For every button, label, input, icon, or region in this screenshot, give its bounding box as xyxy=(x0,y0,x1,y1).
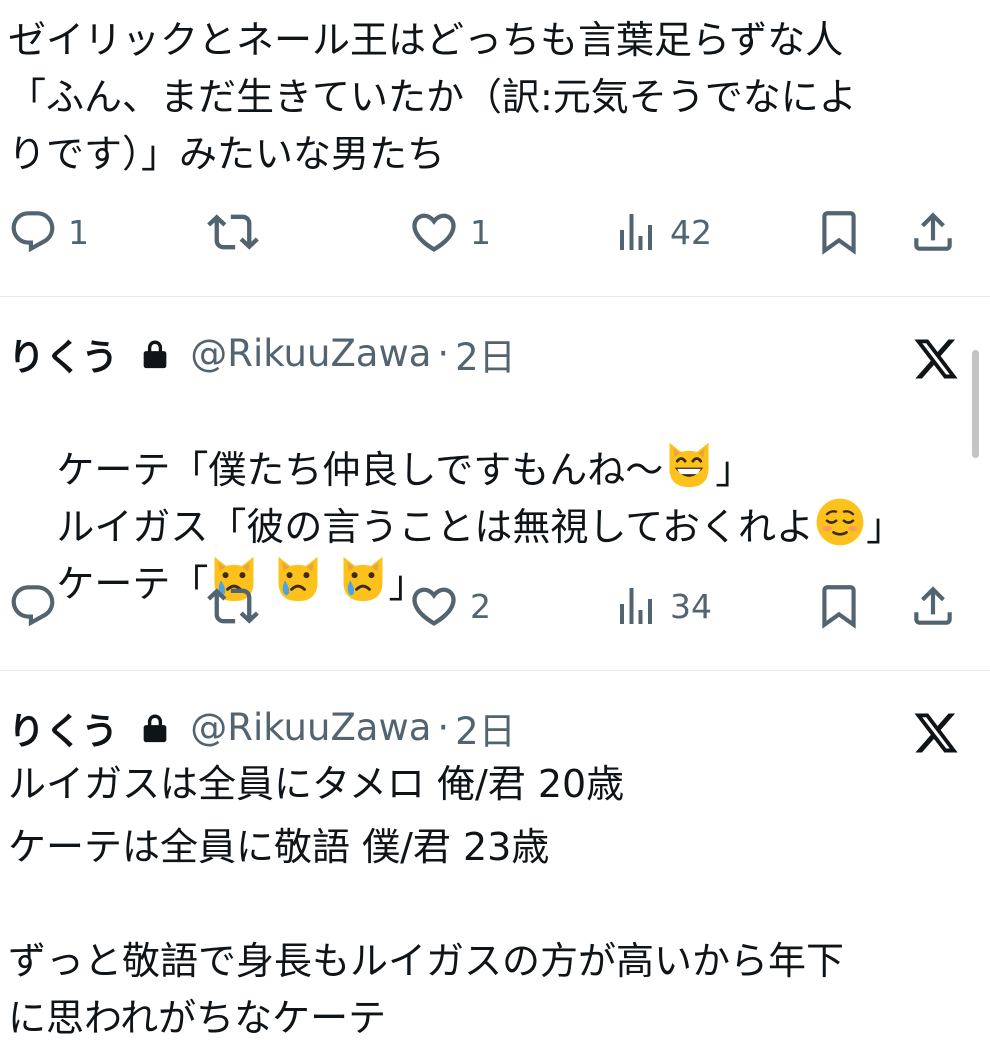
like-count: 2 xyxy=(470,586,491,626)
views-icon xyxy=(612,582,660,630)
reply-button[interactable] xyxy=(8,576,68,636)
reply-icon xyxy=(8,207,58,257)
retweet-button[interactable] xyxy=(207,202,269,262)
author-name[interactable]: りくう xyxy=(8,701,118,755)
share-button[interactable] xyxy=(908,202,958,262)
views-icon xyxy=(612,208,660,256)
bookmark-button[interactable] xyxy=(814,576,864,636)
like-count: 1 xyxy=(470,212,491,252)
bookmark-button[interactable] xyxy=(814,202,864,262)
divider xyxy=(0,296,990,297)
lock-icon xyxy=(138,711,172,745)
tweet-3-line-3: ずっと敬語で身長もルイガスの方が高いから年下 xyxy=(8,939,845,983)
tweet-3-line-4: に思われがちなケーテ xyxy=(8,996,387,1040)
share-icon xyxy=(908,207,958,257)
like-icon xyxy=(408,580,460,632)
timestamp[interactable]: 2日 xyxy=(455,327,516,381)
views-count: 34 xyxy=(670,586,712,626)
share-icon xyxy=(908,581,958,631)
bookmark-icon xyxy=(814,581,864,631)
tweet-1-actions: 1 1 42 xyxy=(0,202,990,262)
like-icon xyxy=(408,206,460,258)
lock-icon xyxy=(138,337,172,371)
reply-count: 1 xyxy=(68,212,89,252)
like-button[interactable]: 1 xyxy=(408,202,491,262)
tweet-2-header: りくう @RikuuZawa · 2日 xyxy=(8,325,516,382)
tweet-3-line-1: ルイガスは全員にタメロ 俺/君 20歳 xyxy=(8,762,625,806)
views-count: 42 xyxy=(670,212,712,252)
retweet-icon xyxy=(207,206,259,258)
tweet-2-line-2-close: 」 xyxy=(866,505,905,549)
tweet-1-line-2: 「ふん、まだ生きていたか（訳:元気そうでなによ xyxy=(8,75,857,119)
bookmark-icon xyxy=(814,207,864,257)
tweet-1-line-1: ゼイリックとネール王はどっちも言葉足らずな人 xyxy=(8,18,844,62)
retweet-icon xyxy=(207,580,259,632)
share-button[interactable] xyxy=(908,576,958,636)
x-logo-icon xyxy=(912,709,960,757)
tweet-3-header: りくう @RikuuZawa · 2日 xyxy=(8,699,516,756)
tweet-2-actions: 2 34 xyxy=(0,576,990,636)
retweet-button[interactable] xyxy=(207,576,269,636)
separator-dot: · xyxy=(437,706,450,749)
tweet-3-line-2: ケーテは全員に敬語 僕/君 23歳 xyxy=(8,825,550,869)
author-handle[interactable]: @RikuuZawa xyxy=(190,332,431,375)
views-button[interactable]: 34 xyxy=(612,576,712,636)
separator-dot: · xyxy=(437,332,450,375)
tweet-1-line-3: りです）」みたいな男たち xyxy=(8,132,446,176)
like-button[interactable]: 2 xyxy=(408,576,491,636)
scrollbar[interactable] xyxy=(972,350,979,458)
divider xyxy=(0,670,990,671)
author-name[interactable]: りくう xyxy=(8,327,118,381)
reply-icon xyxy=(8,581,58,631)
relieved-face-emoji xyxy=(814,496,866,548)
author-handle[interactable]: @RikuuZawa xyxy=(190,706,431,749)
views-button[interactable]: 42 xyxy=(612,202,712,262)
reply-button[interactable]: 1 xyxy=(8,202,89,262)
timestamp[interactable]: 2日 xyxy=(455,701,516,755)
x-logo-icon xyxy=(912,335,960,383)
